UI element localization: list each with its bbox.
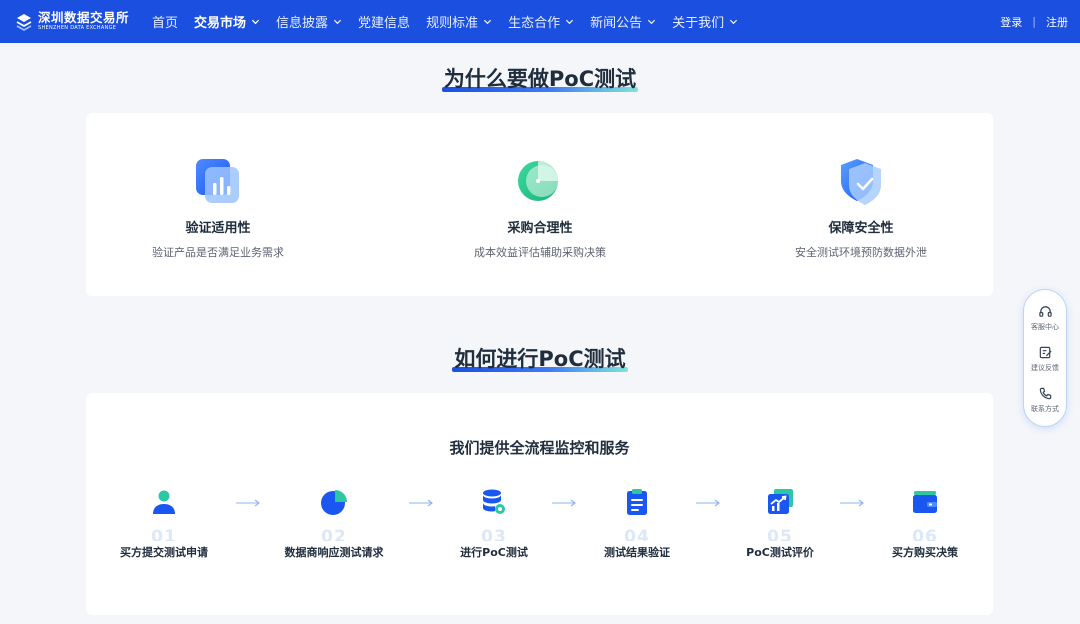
- float-item-label: 客服中心: [1031, 323, 1059, 331]
- why-item-title: 保障安全性: [828, 221, 894, 236]
- step-number: 05: [767, 527, 793, 541]
- main-nav: 首页 交易市场 信息披露 党建信息 规则标准 生态合作 新闻公告 关于我们: [152, 12, 754, 31]
- login-link[interactable]: 登录: [1000, 14, 1022, 30]
- why-item-desc: 安全测试环境预防数据外泄: [795, 246, 927, 259]
- chevron-down-icon: [730, 19, 738, 25]
- why-title-text: 为什么要做PoC测试: [443, 67, 637, 91]
- why-item-applicability: 验证适用性 验证产品是否满足业务需求: [108, 113, 328, 260]
- why-card: 验证适用性 验证产品是否满足业务需求 采购合理性 成本效益评估辅助采购决策 保障…: [86, 113, 993, 296]
- how-title-text: 如何进行PoC测试: [454, 347, 626, 371]
- why-section-title: 为什么要做PoC测试: [0, 63, 1080, 93]
- how-section-title: 如何进行PoC测试: [0, 343, 1080, 373]
- why-item-title: 验证适用性: [185, 221, 251, 236]
- why-item-procurement: 采购合理性 成本效益评估辅助采购决策: [430, 113, 650, 260]
- chevron-down-icon: [648, 19, 656, 25]
- nav-item-rules[interactable]: 规则标准: [426, 12, 492, 31]
- step-number: 03: [481, 527, 507, 541]
- step-label: 进行PoC测试: [460, 546, 528, 559]
- why-item-desc: 验证产品是否满足业务需求: [152, 246, 284, 259]
- nav-item-disclosure[interactable]: 信息披露: [276, 12, 342, 31]
- database-icon: [483, 489, 505, 514]
- step-item: 06 买方购买决策: [860, 487, 990, 560]
- arrow-right-icon: [236, 499, 260, 507]
- nav-item-home[interactable]: 首页: [152, 12, 178, 31]
- step-item: 03 进行PoC测试: [429, 487, 559, 560]
- clipboard-icon: [627, 489, 647, 515]
- edit-icon: [1039, 346, 1052, 359]
- step-item: 05 PoC测试评价: [715, 487, 845, 560]
- wallet-icon: [913, 491, 937, 513]
- nav-label: 生态合作: [508, 16, 561, 31]
- register-link[interactable]: 注册: [1046, 14, 1068, 30]
- step-label: 买方提交测试申请: [120, 546, 208, 559]
- nav-label: 新闻公告: [590, 16, 643, 31]
- chevron-down-icon: [333, 19, 342, 25]
- logo-text: 深圳数据交易所 SHENZHEN DATA EXCHANGE: [38, 9, 130, 32]
- float-item-label: 联系方式: [1031, 405, 1059, 413]
- nav-item-about[interactable]: 关于我们: [672, 12, 738, 31]
- shield-check-icon: [841, 159, 881, 205]
- step-label: PoC测试评价: [746, 546, 814, 559]
- auth-links: 登录 | 注册: [1000, 0, 1068, 43]
- feedback-button[interactable]: 建议反馈: [1024, 345, 1066, 373]
- auth-separator: |: [1032, 15, 1036, 28]
- float-item-label: 建议反馈: [1031, 364, 1059, 372]
- chevron-down-icon: [251, 19, 260, 25]
- why-item-title: 采购合理性: [507, 221, 573, 236]
- user-icon: [153, 490, 175, 514]
- chevron-down-icon: [565, 19, 574, 25]
- step-number: 02: [321, 527, 347, 541]
- growth-chart-icon: [768, 489, 793, 514]
- pie-chart-icon: [518, 161, 558, 201]
- logo-en-text: SHENZHEN DATA EXCHANGE: [38, 25, 117, 32]
- chevron-down-icon: [483, 19, 492, 25]
- phone-icon: [1039, 387, 1051, 400]
- nav-label: 关于我们: [672, 16, 725, 31]
- floating-service-bar: 客服中心 建议反馈 联系方式: [1023, 289, 1067, 427]
- headset-icon: [1038, 306, 1052, 317]
- logo-mark-icon: [16, 13, 32, 31]
- nav-item-party[interactable]: 党建信息: [358, 12, 410, 31]
- nav-label: 首页: [152, 16, 179, 31]
- step-number: 06: [912, 527, 938, 541]
- how-subtitle: 我们提供全流程监控和服务: [449, 439, 630, 457]
- nav-item-ecosystem[interactable]: 生态合作: [508, 12, 574, 31]
- nav-label: 党建信息: [358, 16, 411, 31]
- contact-button[interactable]: 联系方式: [1024, 386, 1066, 414]
- nav-label: 交易市场: [194, 16, 247, 31]
- nav-label: 规则标准: [426, 16, 479, 31]
- step-item: 04 测试结果验证: [572, 487, 702, 560]
- step-number: 04: [624, 527, 650, 541]
- how-card: 我们提供全流程监控和服务 01 买方提交测试申请 02 数据商响应测试请求 03…: [86, 393, 993, 615]
- why-item-desc: 成本效益评估辅助采购决策: [474, 246, 606, 259]
- step-number: 01: [151, 527, 177, 541]
- step-label: 测试结果验证: [604, 546, 670, 559]
- nav-item-market[interactable]: 交易市场: [194, 12, 260, 31]
- why-item-security: 保障安全性 安全测试环境预防数据外泄: [751, 113, 971, 260]
- nav-item-news[interactable]: 新闻公告: [590, 12, 656, 31]
- step-label: 买方购买决策: [892, 546, 958, 559]
- top-navbar: 深圳数据交易所 SHENZHEN DATA EXCHANGE 首页 交易市场 信…: [0, 0, 1080, 43]
- bar-chart-icon: [196, 159, 239, 203]
- nav-label: 信息披露: [276, 16, 329, 31]
- logo-cn-text: 深圳数据交易所: [38, 9, 130, 25]
- pie-icon: [321, 490, 347, 515]
- step-item: 01 买方提交测试申请: [99, 487, 229, 560]
- step-item: 02 数据商响应测试请求: [269, 487, 399, 560]
- step-label: 数据商响应测试请求: [284, 546, 384, 559]
- customer-service-button[interactable]: 客服中心: [1024, 304, 1066, 332]
- site-logo[interactable]: 深圳数据交易所 SHENZHEN DATA EXCHANGE: [14, 9, 142, 32]
